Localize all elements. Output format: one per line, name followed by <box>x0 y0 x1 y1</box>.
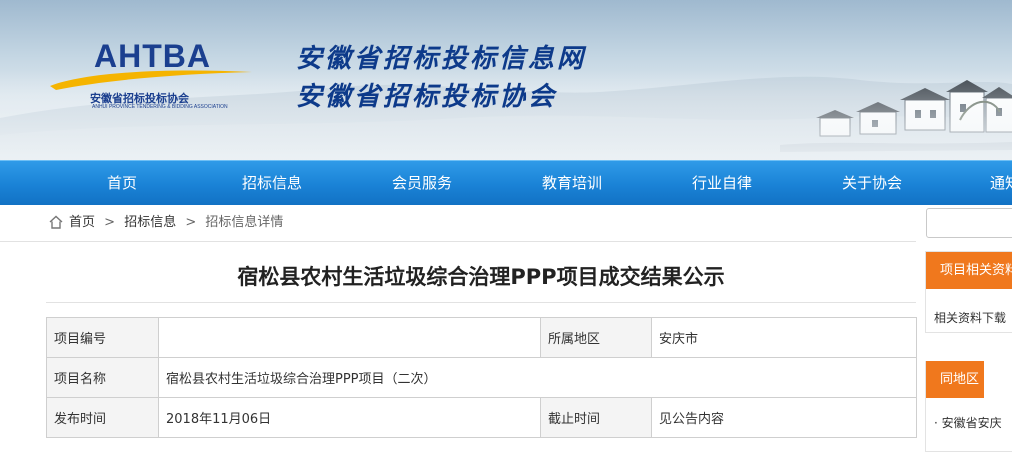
related-docs-title: 项目相关资料 <box>926 252 1012 289</box>
same-region-item[interactable]: · 安徽省安庆 <box>926 398 1012 431</box>
site-title: 安徽省招标投标信息网 安徽省招标投标协会 <box>296 40 586 116</box>
breadcrumb-home[interactable]: 首页 <box>69 204 95 241</box>
nav-item-self-discipline[interactable]: 行业自律 <box>662 161 782 205</box>
breadcrumb: 首页 > 招标信息 > 招标信息详情 <box>0 204 916 242</box>
label-project-number: 项目编号 <box>46 317 159 358</box>
table-row: 项目编号 所属地区 安庆市 <box>46 317 917 358</box>
value-project-number <box>158 317 541 358</box>
value-project-name: 宿松县农村生活垃圾综合治理PPP项目（二次） <box>158 357 917 398</box>
nav-item-about[interactable]: 关于协会 <box>812 161 932 205</box>
related-docs-link[interactable]: 相关资料下载 <box>926 289 1012 326</box>
breadcrumb-trail: 首页 > 招标信息 > 招标信息详情 <box>69 204 283 241</box>
breadcrumb-section[interactable]: 招标信息 <box>124 204 176 241</box>
logo-english-name: ANHUI PROVINCE TENDERING & BIDDING ASSOC… <box>92 104 228 110</box>
nav-item-tender-info[interactable]: 招标信息 <box>212 161 332 205</box>
breadcrumb-separator: > <box>185 215 197 230</box>
label-project-name: 项目名称 <box>46 357 159 398</box>
nav-item-training[interactable]: 教育培训 <box>512 161 632 205</box>
same-region-tab[interactable]: 同地区 <box>926 361 984 398</box>
breadcrumb-separator: > <box>104 215 116 230</box>
table-row: 发布时间 2018年11月06日 截止时间 见公告内容 <box>46 397 917 438</box>
logo-swoosh-icon <box>50 70 252 90</box>
label-publish-date: 发布时间 <box>46 397 159 438</box>
nav-item-member-service[interactable]: 会员服务 <box>362 161 482 205</box>
site-title-line2: 安徽省招标投标协会 <box>296 82 558 112</box>
value-region: 安庆市 <box>651 317 917 358</box>
site-banner: AHTBA 安徽省招标投标协会 ANHUI PROVINCE TENDERING… <box>0 0 1012 160</box>
table-row: 项目名称 宿松县农村生活垃圾综合治理PPP项目（二次） <box>46 357 917 398</box>
project-info-table: 项目编号 所属地区 安庆市 项目名称 宿松县农村生活垃圾综合治理PPP项目（二次… <box>46 317 917 438</box>
search-input[interactable] <box>926 208 1012 238</box>
article-title: 宿松县农村生活垃圾综合治理PPP项目成交结果公示 <box>46 252 916 303</box>
site-title-line1: 安徽省招标投标信息网 <box>296 44 587 74</box>
nav-item-home[interactable]: 首页 <box>62 161 182 205</box>
same-region-panel: 同地区 · 安徽省安庆 <box>925 361 1012 452</box>
value-deadline: 见公告内容 <box>651 397 917 438</box>
value-publish-date: 2018年11月06日 <box>158 397 541 438</box>
nav-item-notice[interactable]: 通知 <box>962 161 1012 205</box>
main-nav: 首页 招标信息 会员服务 教育培训 行业自律 关于协会 通知 <box>0 160 1012 205</box>
related-docs-panel: 项目相关资料 相关资料下载 <box>925 251 1012 333</box>
home-icon <box>49 215 63 229</box>
breadcrumb-current: 招标信息详情 <box>205 215 284 230</box>
site-logo[interactable]: AHTBA 安徽省招标投标协会 ANHUI PROVINCE TENDERING… <box>46 36 256 110</box>
label-region: 所属地区 <box>540 317 652 358</box>
label-deadline: 截止时间 <box>540 397 652 438</box>
